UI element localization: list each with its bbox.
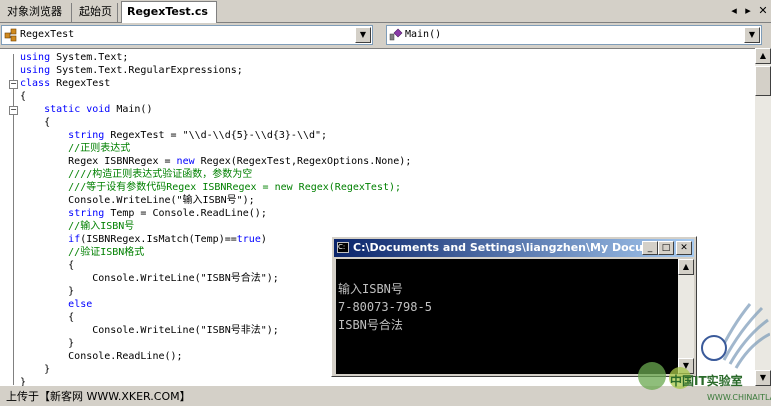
- tab-start-page[interactable]: 起始页: [74, 3, 118, 22]
- scrollbar-thumb[interactable]: [755, 66, 771, 96]
- code-keyword: static void: [44, 104, 111, 115]
- method-icon: [389, 28, 403, 41]
- code-text: {: [20, 312, 75, 323]
- code-text: }: [20, 286, 75, 297]
- code-line[interactable]: string RegexTest = "\\d-\\d{5}-\\d{3}-\\…: [20, 129, 411, 142]
- code-line[interactable]: //输入ISBN号: [20, 220, 411, 233]
- code-line[interactable]: //正则表达式: [20, 142, 411, 155]
- code-text: Regex ISBNRegex =: [20, 156, 177, 167]
- member-dropdown[interactable]: Main() ▼: [386, 25, 762, 45]
- code-line[interactable]: {: [20, 90, 411, 103]
- code-line[interactable]: ///等于设有参数代码Regex ISBNRegex = new Regex(R…: [20, 181, 411, 194]
- chevron-down-icon[interactable]: ▼: [355, 27, 371, 43]
- collapse-method-icon[interactable]: −: [9, 106, 18, 115]
- code-text: RegexTest: [50, 78, 111, 89]
- code-line[interactable]: using System.Text;: [20, 51, 411, 64]
- code-text: }: [20, 364, 51, 375]
- code-text: {: [20, 260, 75, 271]
- outline-guide: [13, 54, 14, 385]
- code-keyword: new: [176, 156, 195, 167]
- tab-scroll-right-icon[interactable]: ▸: [741, 4, 755, 18]
- code-text: Console.ReadLine();: [20, 351, 183, 362]
- class-dropdown[interactable]: RegexTest ▼: [1, 25, 373, 45]
- code-text: {: [20, 117, 51, 128]
- code-line[interactable]: {: [20, 116, 411, 129]
- code-keyword: string: [68, 130, 105, 141]
- code-text: System.Text;: [50, 52, 129, 63]
- navigation-bar: RegexTest ▼ Main() ▼: [0, 23, 771, 47]
- document-tab-strip: 对象浏览器 起始页 RegexTest.cs ◂ ▸ ✕: [0, 0, 771, 23]
- close-document-icon[interactable]: ✕: [756, 4, 770, 18]
- watermark-url: WWW.CHINAITLAB.COM: [707, 393, 771, 402]
- code-keyword: true: [236, 234, 261, 245]
- tab-regextest-cs[interactable]: RegexTest.cs: [121, 1, 217, 23]
- class-icon: [4, 28, 17, 42]
- minimize-button[interactable]: _: [642, 241, 658, 255]
- console-line: 输入ISBN号: [338, 282, 403, 296]
- console-line: 7-80073-798-5: [338, 300, 432, 314]
- code-text: Console.WriteLine("输入ISBN号");: [20, 195, 255, 206]
- code-text: Regex(RegexTest,RegexOptions.None);: [194, 156, 412, 167]
- code-keyword: else: [68, 299, 93, 310]
- code-text: (ISBNRegex.IsMatch(Temp)==: [80, 234, 237, 245]
- chevron-down-icon[interactable]: ▼: [744, 27, 760, 43]
- close-button[interactable]: ✕: [676, 241, 692, 255]
- code-keyword: using: [20, 65, 51, 76]
- code-line[interactable]: using System.Text.RegularExpressions;: [20, 64, 411, 77]
- code-line[interactable]: Console.WriteLine("输入ISBN号");: [20, 194, 411, 207]
- code-keyword: if: [68, 234, 81, 245]
- code-comment: ///等于设有参数代码Regex ISBNRegex = new Regex(R…: [20, 182, 402, 193]
- code-line[interactable]: static void Main(): [20, 103, 411, 116]
- code-text: Console.WriteLine("ISBN号合法");: [20, 273, 279, 284]
- console-title-bar[interactable]: C: C:\Documents and Settings\liangzhen\M…: [334, 239, 694, 257]
- collapse-class-icon[interactable]: −: [9, 80, 18, 89]
- code-line[interactable]: string Temp = Console.ReadLine();: [20, 207, 411, 220]
- code-text: Console.WriteLine("ISBN号非法");: [20, 325, 279, 336]
- code-text: }: [20, 338, 75, 349]
- watermark-text: 中国IT实验室: [670, 374, 743, 388]
- code-text: RegexTest = "\\d-\\d{5}-\\d{3}-\\d";: [104, 130, 328, 141]
- member-dropdown-value: Main(): [405, 29, 442, 40]
- code-text: ): [260, 234, 267, 245]
- code-comment: ////构造正则表达式验证函数，参数为空: [20, 169, 253, 180]
- console-title: C:\Documents and Settings\liangzhen\My D…: [353, 241, 643, 254]
- code-line[interactable]: ////构造正则表达式验证函数，参数为空: [20, 168, 411, 181]
- console-app-icon: C:: [337, 242, 349, 253]
- scroll-up-icon[interactable]: ▲: [755, 48, 771, 64]
- code-text: System.Text.RegularExpressions;: [50, 65, 243, 76]
- code-comment: //输入ISBN号: [20, 221, 135, 232]
- code-text: Main(): [110, 104, 153, 115]
- console-output: 输入ISBN号 7-80073-798-5 ISBN号合法: [338, 262, 432, 334]
- outline-margin: − −: [0, 49, 20, 387]
- code-line[interactable]: class RegexTest: [20, 77, 411, 90]
- code-keyword: string: [68, 208, 105, 219]
- code-comment: //验证ISBN格式: [20, 247, 145, 258]
- code-comment: //正则表达式: [20, 143, 131, 154]
- console-line: ISBN号合法: [338, 318, 403, 332]
- class-dropdown-value: RegexTest: [20, 29, 75, 40]
- code-text: Temp = Console.ReadLine();: [104, 208, 267, 219]
- scroll-up-icon[interactable]: ▲: [678, 259, 694, 275]
- code-text: {: [20, 91, 27, 102]
- code-line[interactable]: Regex ISBNRegex = new Regex(RegexTest,Re…: [20, 155, 411, 168]
- site-watermark: 中国IT实验室 WWW.CHINAITLAB.COM: [612, 300, 771, 404]
- upload-credit-text: 上传于【新客网 WWW.XKER.COM】: [6, 390, 191, 403]
- code-keyword: using: [20, 52, 51, 63]
- maximize-button[interactable]: □: [658, 241, 674, 255]
- tab-scroll-left-icon[interactable]: ◂: [727, 4, 741, 18]
- tab-object-browser[interactable]: 对象浏览器: [2, 3, 72, 22]
- code-keyword: class: [20, 78, 51, 89]
